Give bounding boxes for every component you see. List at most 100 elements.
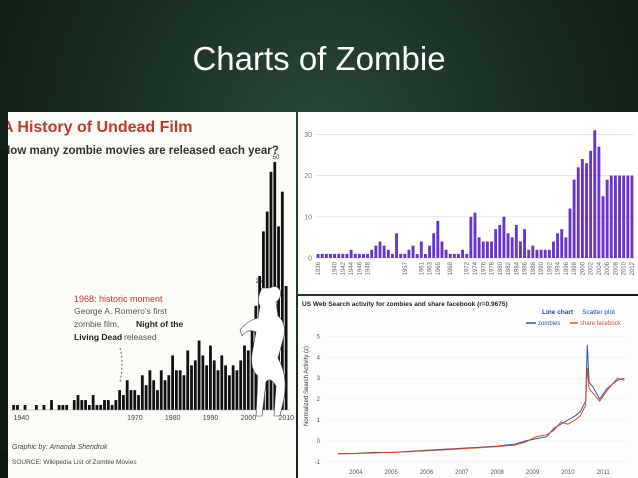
purple-bar xyxy=(378,241,382,258)
purple-bar xyxy=(436,220,440,258)
film-bars: 50 25 xyxy=(10,155,290,411)
purple-bar xyxy=(461,249,465,258)
film-bar xyxy=(118,390,122,410)
purple-bar xyxy=(362,253,365,258)
y-tick-label: 10 xyxy=(304,214,312,221)
film-bar xyxy=(133,390,137,410)
line-chart-option[interactable]: Line chart xyxy=(542,309,574,316)
film-bar xyxy=(106,400,110,410)
purple-bar xyxy=(469,216,473,258)
purple-bar xyxy=(432,233,436,258)
x-tick-label: 1940 xyxy=(333,261,339,275)
film-bar xyxy=(23,405,27,410)
x-tick-label: 2002 xyxy=(589,261,595,275)
x-tick-label: 1944 xyxy=(349,261,355,275)
x-tick-label: 2009 xyxy=(526,470,540,476)
x-tick-label: 1942 xyxy=(341,261,347,275)
search-activity-chart: US Web Search activity for zombies and s… xyxy=(302,301,628,476)
purple-bar xyxy=(411,245,415,258)
purple-bar xyxy=(386,249,390,258)
purple-bar xyxy=(473,212,477,258)
purple-bar xyxy=(444,249,448,258)
chart-title: A History of Undead Film xyxy=(8,119,193,136)
film-bar xyxy=(193,360,197,410)
purple-bar xyxy=(585,163,588,258)
purple-bar-chart: 0 10 20 30 1936 1940 1942 1944 1946 1948 1957 1961… xyxy=(304,130,636,275)
film-bar xyxy=(129,390,133,410)
search-activity-panel: US Web Search activity for zombies and s… xyxy=(298,296,638,478)
y-axis-label: Normalized Search Activity (z) xyxy=(304,346,310,426)
film-bar xyxy=(152,380,156,410)
purple-bar xyxy=(337,253,341,258)
x-tick-label: 1984 xyxy=(514,261,520,275)
purple-bar xyxy=(452,253,456,258)
x-tick-label: 2006 xyxy=(605,261,611,275)
film-bar xyxy=(16,405,19,410)
film-bar xyxy=(205,365,209,410)
x-tick-label: 1978 xyxy=(490,261,496,275)
x-tick-label: 1986 xyxy=(523,261,529,275)
purple-bar xyxy=(349,249,353,258)
x-axis-ticks: 1940 1970 1980 1990 2000 2010 xyxy=(14,415,295,422)
film-bar xyxy=(87,405,91,410)
purple-bar xyxy=(374,245,378,258)
film-bar xyxy=(125,380,129,410)
x-tick-label: 1970 xyxy=(127,415,143,422)
x-tick-label: 1972 xyxy=(465,261,471,275)
film-bar xyxy=(227,375,231,410)
x-tick-label: 1992 xyxy=(547,261,553,275)
left-edge-decoration xyxy=(0,150,8,450)
annotation-line-5: released xyxy=(124,332,157,342)
purple-bar xyxy=(539,249,543,258)
purple-bar xyxy=(498,225,502,258)
purple-bar-chart-panel: 0 10 20 30 1936 1940 1942 1944 1946 1948 1957 1961… xyxy=(298,112,638,294)
y-tick-label: 0 xyxy=(317,439,321,445)
x-tick-label: 1990 xyxy=(539,261,545,275)
annotation-arrow xyxy=(119,347,123,383)
purple-bar xyxy=(609,175,613,258)
purple-bar xyxy=(502,216,506,258)
purple-bar xyxy=(457,253,460,258)
purple-bar xyxy=(560,229,564,258)
annotation-line-4: Living Dead xyxy=(74,332,122,342)
purple-bar xyxy=(531,245,535,258)
x-tick-label: 2000 xyxy=(241,415,257,422)
x-tick-label: 1980 xyxy=(498,261,504,275)
x-tick-label: 1994 xyxy=(556,261,562,275)
purple-bar xyxy=(547,249,551,258)
slide-title: Charts of Zombie xyxy=(192,40,446,77)
purple-bar xyxy=(564,237,568,258)
purple-bar xyxy=(597,146,601,258)
y-tick-label: 3 xyxy=(317,376,321,382)
film-bar xyxy=(122,395,125,410)
purple-bar xyxy=(423,253,427,258)
scatter-plot-option[interactable]: Scatter plot xyxy=(582,309,615,316)
x-tick-label: 2012 xyxy=(630,261,636,275)
film-bar xyxy=(76,395,80,410)
film-bar xyxy=(224,365,227,410)
purple-bar xyxy=(622,175,626,258)
film-bar xyxy=(243,345,246,410)
bar-label: 50 xyxy=(273,155,280,161)
undead-film-chart: A History of Undead Film How many zombie… xyxy=(8,119,295,466)
purple-bar xyxy=(366,253,370,258)
purple-bar xyxy=(477,237,481,258)
x-tick-label: 1968 xyxy=(448,261,454,275)
film-bar xyxy=(159,370,163,410)
purple-bars xyxy=(316,130,634,258)
film-bar xyxy=(137,395,140,410)
film-bar xyxy=(42,405,46,410)
purple-bar xyxy=(320,253,324,258)
x-tick-label: 2000 xyxy=(580,261,586,275)
x-tick-label: 2010 xyxy=(278,415,294,422)
film-bar xyxy=(239,360,243,410)
film-bar xyxy=(220,355,224,410)
purple-bar xyxy=(510,237,514,258)
purple-bar xyxy=(395,233,398,258)
purple-bar xyxy=(440,241,444,258)
x-tick-label: 1976 xyxy=(481,261,487,275)
annotation-line-2: zombie film, xyxy=(74,319,119,329)
purple-bar xyxy=(523,229,527,258)
x-tick-label: 1948 xyxy=(366,261,372,275)
purple-bar xyxy=(399,253,403,258)
